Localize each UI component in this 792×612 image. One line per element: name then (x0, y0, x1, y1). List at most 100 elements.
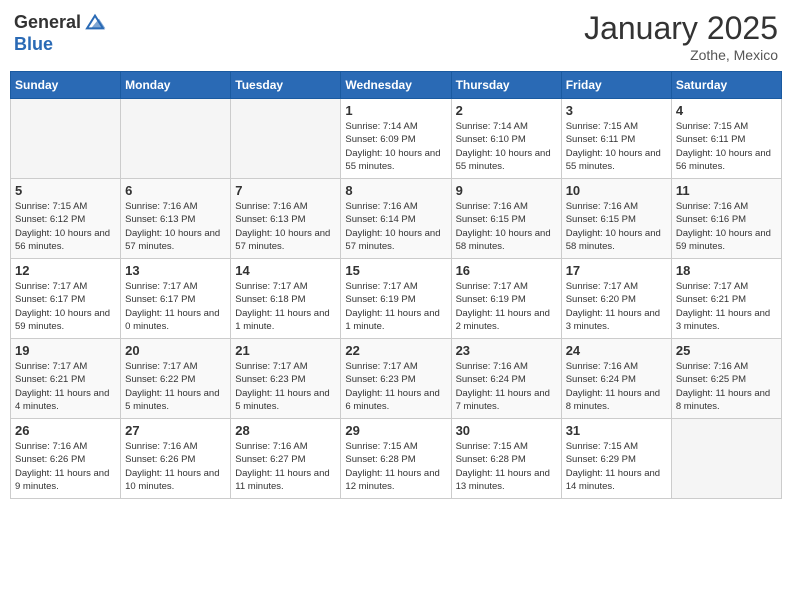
day-detail: Sunrise: 7:17 AMSunset: 6:23 PMDaylight:… (235, 360, 336, 413)
logo-blue: Blue (14, 34, 53, 54)
calendar-cell: 8 Sunrise: 7:16 AMSunset: 6:14 PMDayligh… (341, 179, 451, 259)
calendar-cell: 16 Sunrise: 7:17 AMSunset: 6:19 PMDaylig… (451, 259, 561, 339)
day-detail: Sunrise: 7:17 AMSunset: 6:21 PMDaylight:… (15, 360, 116, 413)
calendar-cell (11, 99, 121, 179)
day-number: 19 (15, 343, 116, 358)
day-number: 4 (676, 103, 777, 118)
day-detail: Sunrise: 7:15 AMSunset: 6:28 PMDaylight:… (345, 440, 446, 493)
day-number: 7 (235, 183, 336, 198)
day-detail: Sunrise: 7:16 AMSunset: 6:14 PMDaylight:… (345, 200, 446, 253)
weekday-header: Wednesday (341, 72, 451, 99)
calendar-cell: 5 Sunrise: 7:15 AMSunset: 6:12 PMDayligh… (11, 179, 121, 259)
day-detail: Sunrise: 7:16 AMSunset: 6:24 PMDaylight:… (456, 360, 557, 413)
day-number: 16 (456, 263, 557, 278)
day-detail: Sunrise: 7:16 AMSunset: 6:25 PMDaylight:… (676, 360, 777, 413)
day-number: 14 (235, 263, 336, 278)
day-detail: Sunrise: 7:17 AMSunset: 6:19 PMDaylight:… (345, 280, 446, 333)
weekday-header: Sunday (11, 72, 121, 99)
calendar-cell: 21 Sunrise: 7:17 AMSunset: 6:23 PMDaylig… (231, 339, 341, 419)
day-number: 27 (125, 423, 226, 438)
day-number: 13 (125, 263, 226, 278)
calendar-cell: 2 Sunrise: 7:14 AMSunset: 6:10 PMDayligh… (451, 99, 561, 179)
calendar-week-row: 1 Sunrise: 7:14 AMSunset: 6:09 PMDayligh… (11, 99, 782, 179)
logo-icon (83, 10, 107, 34)
day-detail: Sunrise: 7:17 AMSunset: 6:19 PMDaylight:… (456, 280, 557, 333)
day-number: 29 (345, 423, 446, 438)
day-detail: Sunrise: 7:16 AMSunset: 6:26 PMDaylight:… (125, 440, 226, 493)
weekday-header: Thursday (451, 72, 561, 99)
day-number: 11 (676, 183, 777, 198)
calendar-cell: 1 Sunrise: 7:14 AMSunset: 6:09 PMDayligh… (341, 99, 451, 179)
day-number: 5 (15, 183, 116, 198)
day-detail: Sunrise: 7:15 AMSunset: 6:12 PMDaylight:… (15, 200, 116, 253)
day-number: 17 (566, 263, 667, 278)
weekday-header: Friday (561, 72, 671, 99)
day-detail: Sunrise: 7:15 AMSunset: 6:11 PMDaylight:… (566, 120, 667, 173)
calendar-cell: 4 Sunrise: 7:15 AMSunset: 6:11 PMDayligh… (671, 99, 781, 179)
day-number: 21 (235, 343, 336, 358)
day-number: 24 (566, 343, 667, 358)
calendar-week-row: 19 Sunrise: 7:17 AMSunset: 6:21 PMDaylig… (11, 339, 782, 419)
day-detail: Sunrise: 7:16 AMSunset: 6:15 PMDaylight:… (456, 200, 557, 253)
weekday-header-row: SundayMondayTuesdayWednesdayThursdayFrid… (11, 72, 782, 99)
day-number: 1 (345, 103, 446, 118)
day-detail: Sunrise: 7:17 AMSunset: 6:22 PMDaylight:… (125, 360, 226, 413)
day-number: 28 (235, 423, 336, 438)
page-header: General Blue January 2025 Zothe, Mexico (10, 10, 782, 63)
logo-general: General (14, 12, 81, 33)
calendar-cell: 27 Sunrise: 7:16 AMSunset: 6:26 PMDaylig… (121, 419, 231, 499)
calendar-cell: 19 Sunrise: 7:17 AMSunset: 6:21 PMDaylig… (11, 339, 121, 419)
title-block: January 2025 Zothe, Mexico (584, 10, 778, 63)
calendar-cell: 11 Sunrise: 7:16 AMSunset: 6:16 PMDaylig… (671, 179, 781, 259)
day-number: 31 (566, 423, 667, 438)
calendar-cell: 23 Sunrise: 7:16 AMSunset: 6:24 PMDaylig… (451, 339, 561, 419)
calendar-cell (671, 419, 781, 499)
day-detail: Sunrise: 7:16 AMSunset: 6:13 PMDaylight:… (125, 200, 226, 253)
day-number: 2 (456, 103, 557, 118)
day-detail: Sunrise: 7:16 AMSunset: 6:26 PMDaylight:… (15, 440, 116, 493)
day-number: 3 (566, 103, 667, 118)
calendar-cell: 29 Sunrise: 7:15 AMSunset: 6:28 PMDaylig… (341, 419, 451, 499)
calendar-cell: 28 Sunrise: 7:16 AMSunset: 6:27 PMDaylig… (231, 419, 341, 499)
location: Zothe, Mexico (584, 47, 778, 63)
day-number: 8 (345, 183, 446, 198)
calendar-cell: 22 Sunrise: 7:17 AMSunset: 6:23 PMDaylig… (341, 339, 451, 419)
day-number: 20 (125, 343, 226, 358)
day-number: 25 (676, 343, 777, 358)
day-number: 12 (15, 263, 116, 278)
calendar-cell: 24 Sunrise: 7:16 AMSunset: 6:24 PMDaylig… (561, 339, 671, 419)
day-detail: Sunrise: 7:17 AMSunset: 6:21 PMDaylight:… (676, 280, 777, 333)
calendar-cell: 18 Sunrise: 7:17 AMSunset: 6:21 PMDaylig… (671, 259, 781, 339)
calendar-cell: 17 Sunrise: 7:17 AMSunset: 6:20 PMDaylig… (561, 259, 671, 339)
day-number: 22 (345, 343, 446, 358)
calendar-week-row: 12 Sunrise: 7:17 AMSunset: 6:17 PMDaylig… (11, 259, 782, 339)
day-detail: Sunrise: 7:16 AMSunset: 6:24 PMDaylight:… (566, 360, 667, 413)
calendar-cell: 10 Sunrise: 7:16 AMSunset: 6:15 PMDaylig… (561, 179, 671, 259)
day-detail: Sunrise: 7:14 AMSunset: 6:10 PMDaylight:… (456, 120, 557, 173)
calendar-cell: 31 Sunrise: 7:15 AMSunset: 6:29 PMDaylig… (561, 419, 671, 499)
day-number: 10 (566, 183, 667, 198)
calendar-cell: 6 Sunrise: 7:16 AMSunset: 6:13 PMDayligh… (121, 179, 231, 259)
day-detail: Sunrise: 7:15 AMSunset: 6:29 PMDaylight:… (566, 440, 667, 493)
day-number: 30 (456, 423, 557, 438)
day-number: 23 (456, 343, 557, 358)
day-detail: Sunrise: 7:17 AMSunset: 6:17 PMDaylight:… (15, 280, 116, 333)
calendar-cell: 9 Sunrise: 7:16 AMSunset: 6:15 PMDayligh… (451, 179, 561, 259)
day-detail: Sunrise: 7:16 AMSunset: 6:27 PMDaylight:… (235, 440, 336, 493)
day-detail: Sunrise: 7:16 AMSunset: 6:13 PMDaylight:… (235, 200, 336, 253)
calendar-cell (231, 99, 341, 179)
day-detail: Sunrise: 7:17 AMSunset: 6:17 PMDaylight:… (125, 280, 226, 333)
weekday-header: Saturday (671, 72, 781, 99)
calendar-cell: 3 Sunrise: 7:15 AMSunset: 6:11 PMDayligh… (561, 99, 671, 179)
calendar-cell: 14 Sunrise: 7:17 AMSunset: 6:18 PMDaylig… (231, 259, 341, 339)
month-title: January 2025 (584, 10, 778, 47)
day-number: 18 (676, 263, 777, 278)
calendar-cell: 26 Sunrise: 7:16 AMSunset: 6:26 PMDaylig… (11, 419, 121, 499)
day-number: 15 (345, 263, 446, 278)
calendar-table: SundayMondayTuesdayWednesdayThursdayFrid… (10, 71, 782, 499)
day-detail: Sunrise: 7:17 AMSunset: 6:20 PMDaylight:… (566, 280, 667, 333)
logo: General Blue (14, 10, 107, 55)
weekday-header: Monday (121, 72, 231, 99)
day-detail: Sunrise: 7:15 AMSunset: 6:28 PMDaylight:… (456, 440, 557, 493)
day-number: 26 (15, 423, 116, 438)
